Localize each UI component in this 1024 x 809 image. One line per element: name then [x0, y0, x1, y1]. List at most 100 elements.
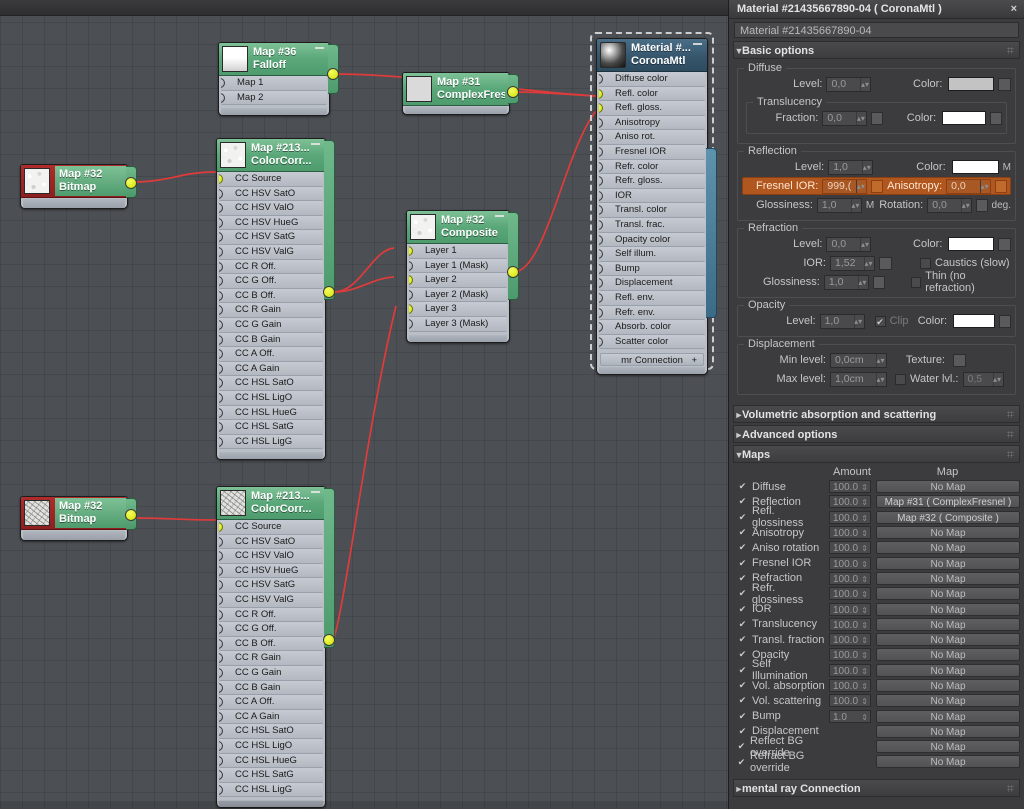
minimize-icon[interactable]: [315, 47, 324, 49]
rotation-map-button[interactable]: [976, 198, 988, 212]
map-slot-button[interactable]: No Map: [876, 709, 1020, 723]
spinner-icon[interactable]: ▴▾: [862, 160, 871, 174]
slot-connector-icon[interactable]: [219, 422, 223, 433]
node-slot[interactable]: CC HSV ValG: [219, 244, 323, 260]
spinner-icon[interactable]: ⇕: [861, 680, 868, 693]
close-icon[interactable]: ×: [1011, 0, 1017, 19]
node-slot[interactable]: CC HSV HueG: [219, 215, 323, 231]
material-name-field[interactable]: Material #21435667890-04: [734, 22, 1019, 38]
opacity-color-swatch[interactable]: [953, 314, 996, 328]
slot-connector-icon[interactable]: [599, 278, 603, 289]
spinner-icon[interactable]: ▴▾: [864, 256, 873, 270]
slot-connector-icon[interactable]: [219, 697, 223, 708]
reflection-color-swatch[interactable]: [951, 160, 999, 174]
map-slot-button[interactable]: No Map: [876, 679, 1020, 692]
slot-connector-icon[interactable]: [219, 770, 223, 781]
spinner-icon[interactable]: ▴▾: [860, 77, 869, 91]
checkbox-icon[interactable]: [895, 373, 906, 385]
node-output-connector-icon[interactable]: [125, 509, 137, 521]
slot-connector-icon[interactable]: [219, 726, 223, 737]
slot-connector-icon[interactable]: [219, 565, 223, 576]
node-slot[interactable]: CC G Gain: [219, 317, 323, 333]
slot-connector-icon[interactable]: [599, 234, 603, 245]
reflection-glossiness-input[interactable]: 1,0 ▴▾: [816, 197, 862, 213]
slot-connector-icon[interactable]: [219, 682, 223, 693]
displacement-max-input[interactable]: 1,0cm ▴▾: [830, 371, 887, 387]
spinner-icon[interactable]: ⇕: [861, 695, 868, 708]
slot-connector-icon[interactable]: [409, 289, 413, 300]
spinner-icon[interactable]: ⇕: [861, 558, 868, 571]
node-slot[interactable]: CC B Gain: [219, 680, 323, 696]
node-slot[interactable]: CC HSL SatO: [219, 724, 323, 739]
checkbox-icon[interactable]: [737, 588, 748, 599]
node-falloff-header[interactable]: Map #36 Falloff: [219, 43, 329, 76]
spinner-icon[interactable]: ▴▾: [992, 372, 1001, 386]
checkbox-icon[interactable]: [910, 276, 922, 288]
node-bitmap-top[interactable]: Map #32 Bitmap: [20, 164, 137, 209]
map-slot-button[interactable]: No Map: [876, 556, 1020, 570]
slot-connector-icon[interactable]: [219, 261, 223, 272]
map-slot-button[interactable]: No Map: [876, 740, 1020, 754]
checkbox-icon[interactable]: [737, 665, 748, 676]
slot-connector-icon[interactable]: [599, 74, 603, 84]
minimize-icon[interactable]: [495, 215, 504, 217]
checkbox-icon[interactable]: [737, 711, 748, 722]
reflection-glossiness-map-tag[interactable]: M: [866, 200, 874, 211]
spinner-icon[interactable]: ▴▾: [856, 179, 865, 193]
spinner-icon[interactable]: ▴▾: [853, 314, 862, 328]
displacement-texture-map-button[interactable]: [953, 353, 966, 367]
node-falloff[interactable]: Map #36 Falloff Map 1 Map 2: [218, 42, 339, 117]
node-slot[interactable]: CC G Off.: [219, 622, 323, 637]
node-slot[interactable]: Layer 1: [409, 244, 507, 259]
map-enable-checkbox[interactable]: Diffuse: [733, 481, 829, 493]
slot-connector-icon[interactable]: [219, 349, 223, 360]
thin-checkbox[interactable]: Thin (no refraction): [910, 270, 1011, 294]
node-slot[interactable]: Refl. color: [599, 86, 705, 102]
node-slot[interactable]: CC R Gain: [219, 303, 323, 318]
map-enable-checkbox[interactable]: Anisotropy: [733, 527, 829, 539]
map-slot-button[interactable]: No Map: [876, 602, 1020, 616]
map-slot-button[interactable]: No Map: [876, 541, 1020, 555]
spinner-icon[interactable]: ▴▾: [961, 198, 970, 212]
slot-connector-icon[interactable]: [221, 78, 225, 88]
map-amount-input[interactable]: 100.0 ⇕: [829, 602, 871, 616]
node-slot[interactable]: CC A Off.: [219, 347, 323, 362]
spinner-icon[interactable]: ▴▾: [860, 237, 869, 251]
node-slot[interactable]: Transl. color: [599, 203, 705, 218]
slot-connector-icon[interactable]: [599, 307, 603, 318]
diffuse-level-input[interactable]: 0,0 ▴▾: [826, 76, 872, 92]
node-colorcorrection-top[interactable]: Map #213... ColorCorr... CC Source CC HSV…: [216, 138, 335, 461]
fresnel-ior-input[interactable]: 999,( ▴▾: [822, 178, 868, 194]
node-slot[interactable]: Fresnel IOR: [599, 144, 705, 160]
slot-connector-icon[interactable]: [599, 336, 603, 347]
map-enable-checkbox[interactable]: Refract BG override: [733, 750, 829, 774]
node-coronamtl[interactable]: Material #... CoronaMtl Diffuse color Ref…: [596, 38, 717, 376]
checkbox-icon[interactable]: [737, 634, 748, 645]
slot-connector-icon[interactable]: [219, 392, 223, 403]
slot-connector-icon[interactable]: [599, 205, 603, 216]
refraction-glossiness-map-button[interactable]: [872, 275, 886, 289]
refraction-color-swatch[interactable]: [948, 237, 995, 251]
slot-connector-icon[interactable]: [599, 132, 603, 143]
spinner-icon[interactable]: ⇕: [861, 649, 868, 662]
slot-connector-icon[interactable]: [219, 319, 223, 330]
node-slot[interactable]: CC HSL HueG: [219, 405, 323, 421]
node-slot[interactable]: CC HSL LigG: [219, 434, 323, 450]
node-slot[interactable]: Displacement: [599, 276, 705, 291]
node-colorcorrection-bottom[interactable]: Map #213... ColorCorr... CC Source CC HSV…: [216, 486, 335, 809]
node-slot[interactable]: CC HSL SatG: [219, 768, 323, 783]
map-amount-input[interactable]: 100.0 ⇕: [829, 694, 871, 708]
node-slot[interactable]: Layer 2: [409, 273, 507, 288]
caustics-checkbox[interactable]: Caustics (slow): [920, 257, 1010, 269]
chevron-right-icon[interactable]: ►: [734, 780, 744, 798]
slot-connector-icon[interactable]: [219, 217, 223, 228]
diffuse-color-swatch[interactable]: [948, 77, 995, 91]
rollout-maps[interactable]: ▼ Maps: [733, 445, 1020, 463]
slot-connector-icon[interactable]: [219, 276, 223, 287]
spinner-icon[interactable]: ⇕: [861, 512, 868, 525]
spinner-icon[interactable]: ▴▾: [876, 353, 885, 367]
opacity-level-input[interactable]: 1,0 ▴▾: [819, 313, 865, 329]
slot-connector-icon[interactable]: [219, 363, 223, 374]
spinner-icon[interactable]: ⇕: [861, 634, 868, 647]
checkbox-icon[interactable]: [737, 757, 746, 768]
